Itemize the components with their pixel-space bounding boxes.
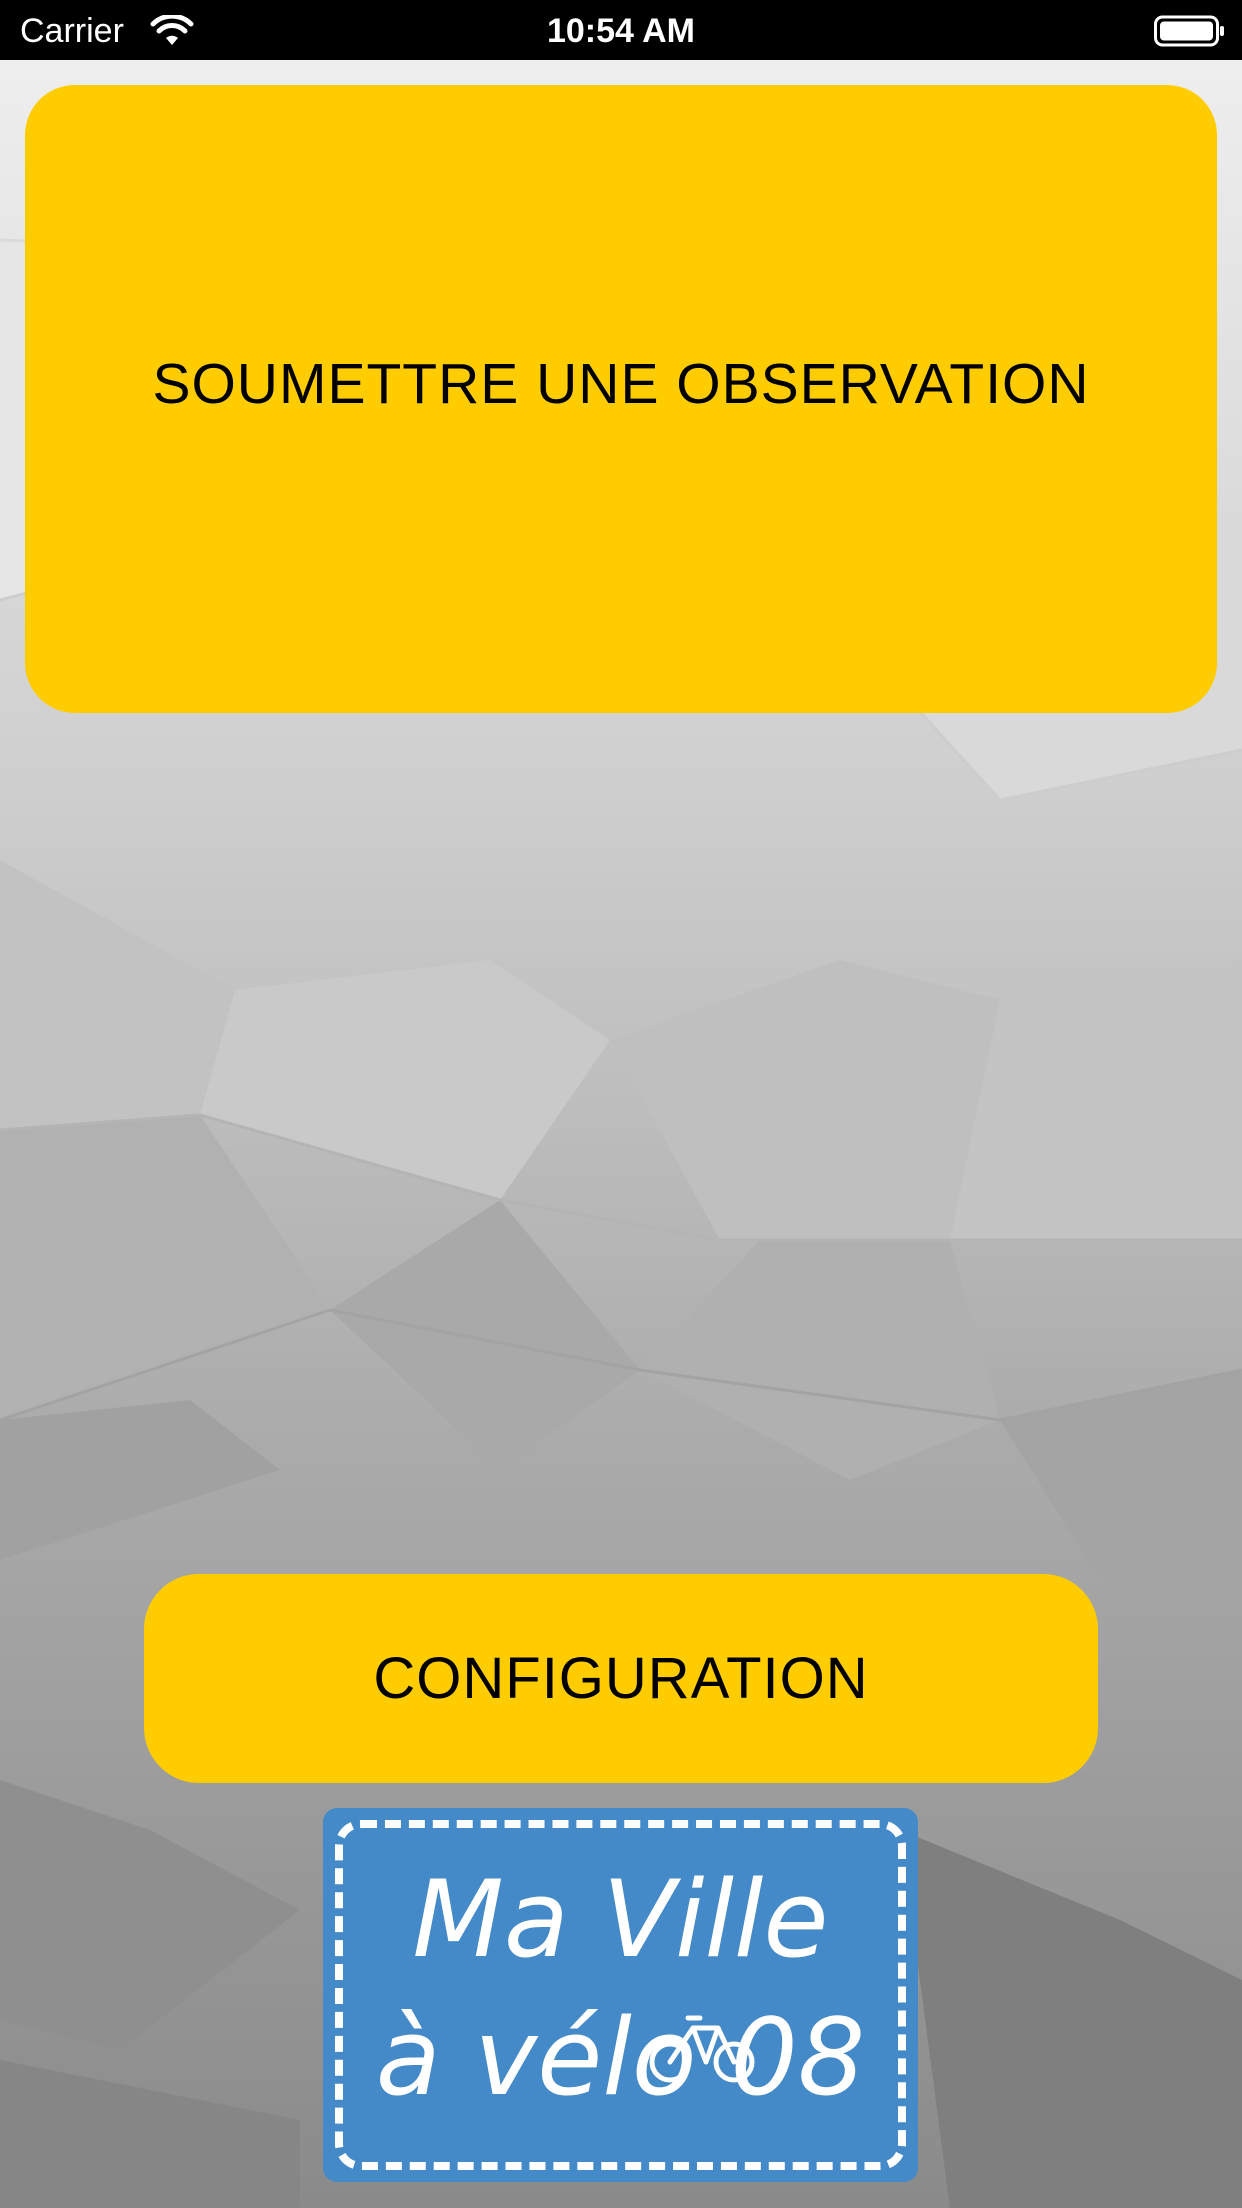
submit-observation-label: SOUMETTRE UNE OBSERVATION [152, 352, 1090, 416]
battery-icon [1154, 15, 1224, 47]
ma-ville-a-velo-logo: Ma Ville à vélo 08 [323, 1808, 918, 2182]
submit-observation-button[interactable]: SOUMETTRE UNE OBSERVATION [25, 85, 1217, 713]
logo-line1: Ma Ville [412, 1858, 829, 1981]
status-bar: Carrier 10:54 AM [0, 0, 1242, 60]
status-time: 10:54 AM [546, 12, 696, 50]
logo-line2: à vélo 08 [375, 1996, 866, 2119]
bicycle-icon [649, 2015, 755, 2083]
configuration-button[interactable]: CONFIGURATION [144, 1574, 1098, 1783]
configuration-label: CONFIGURATION [373, 1646, 869, 1711]
